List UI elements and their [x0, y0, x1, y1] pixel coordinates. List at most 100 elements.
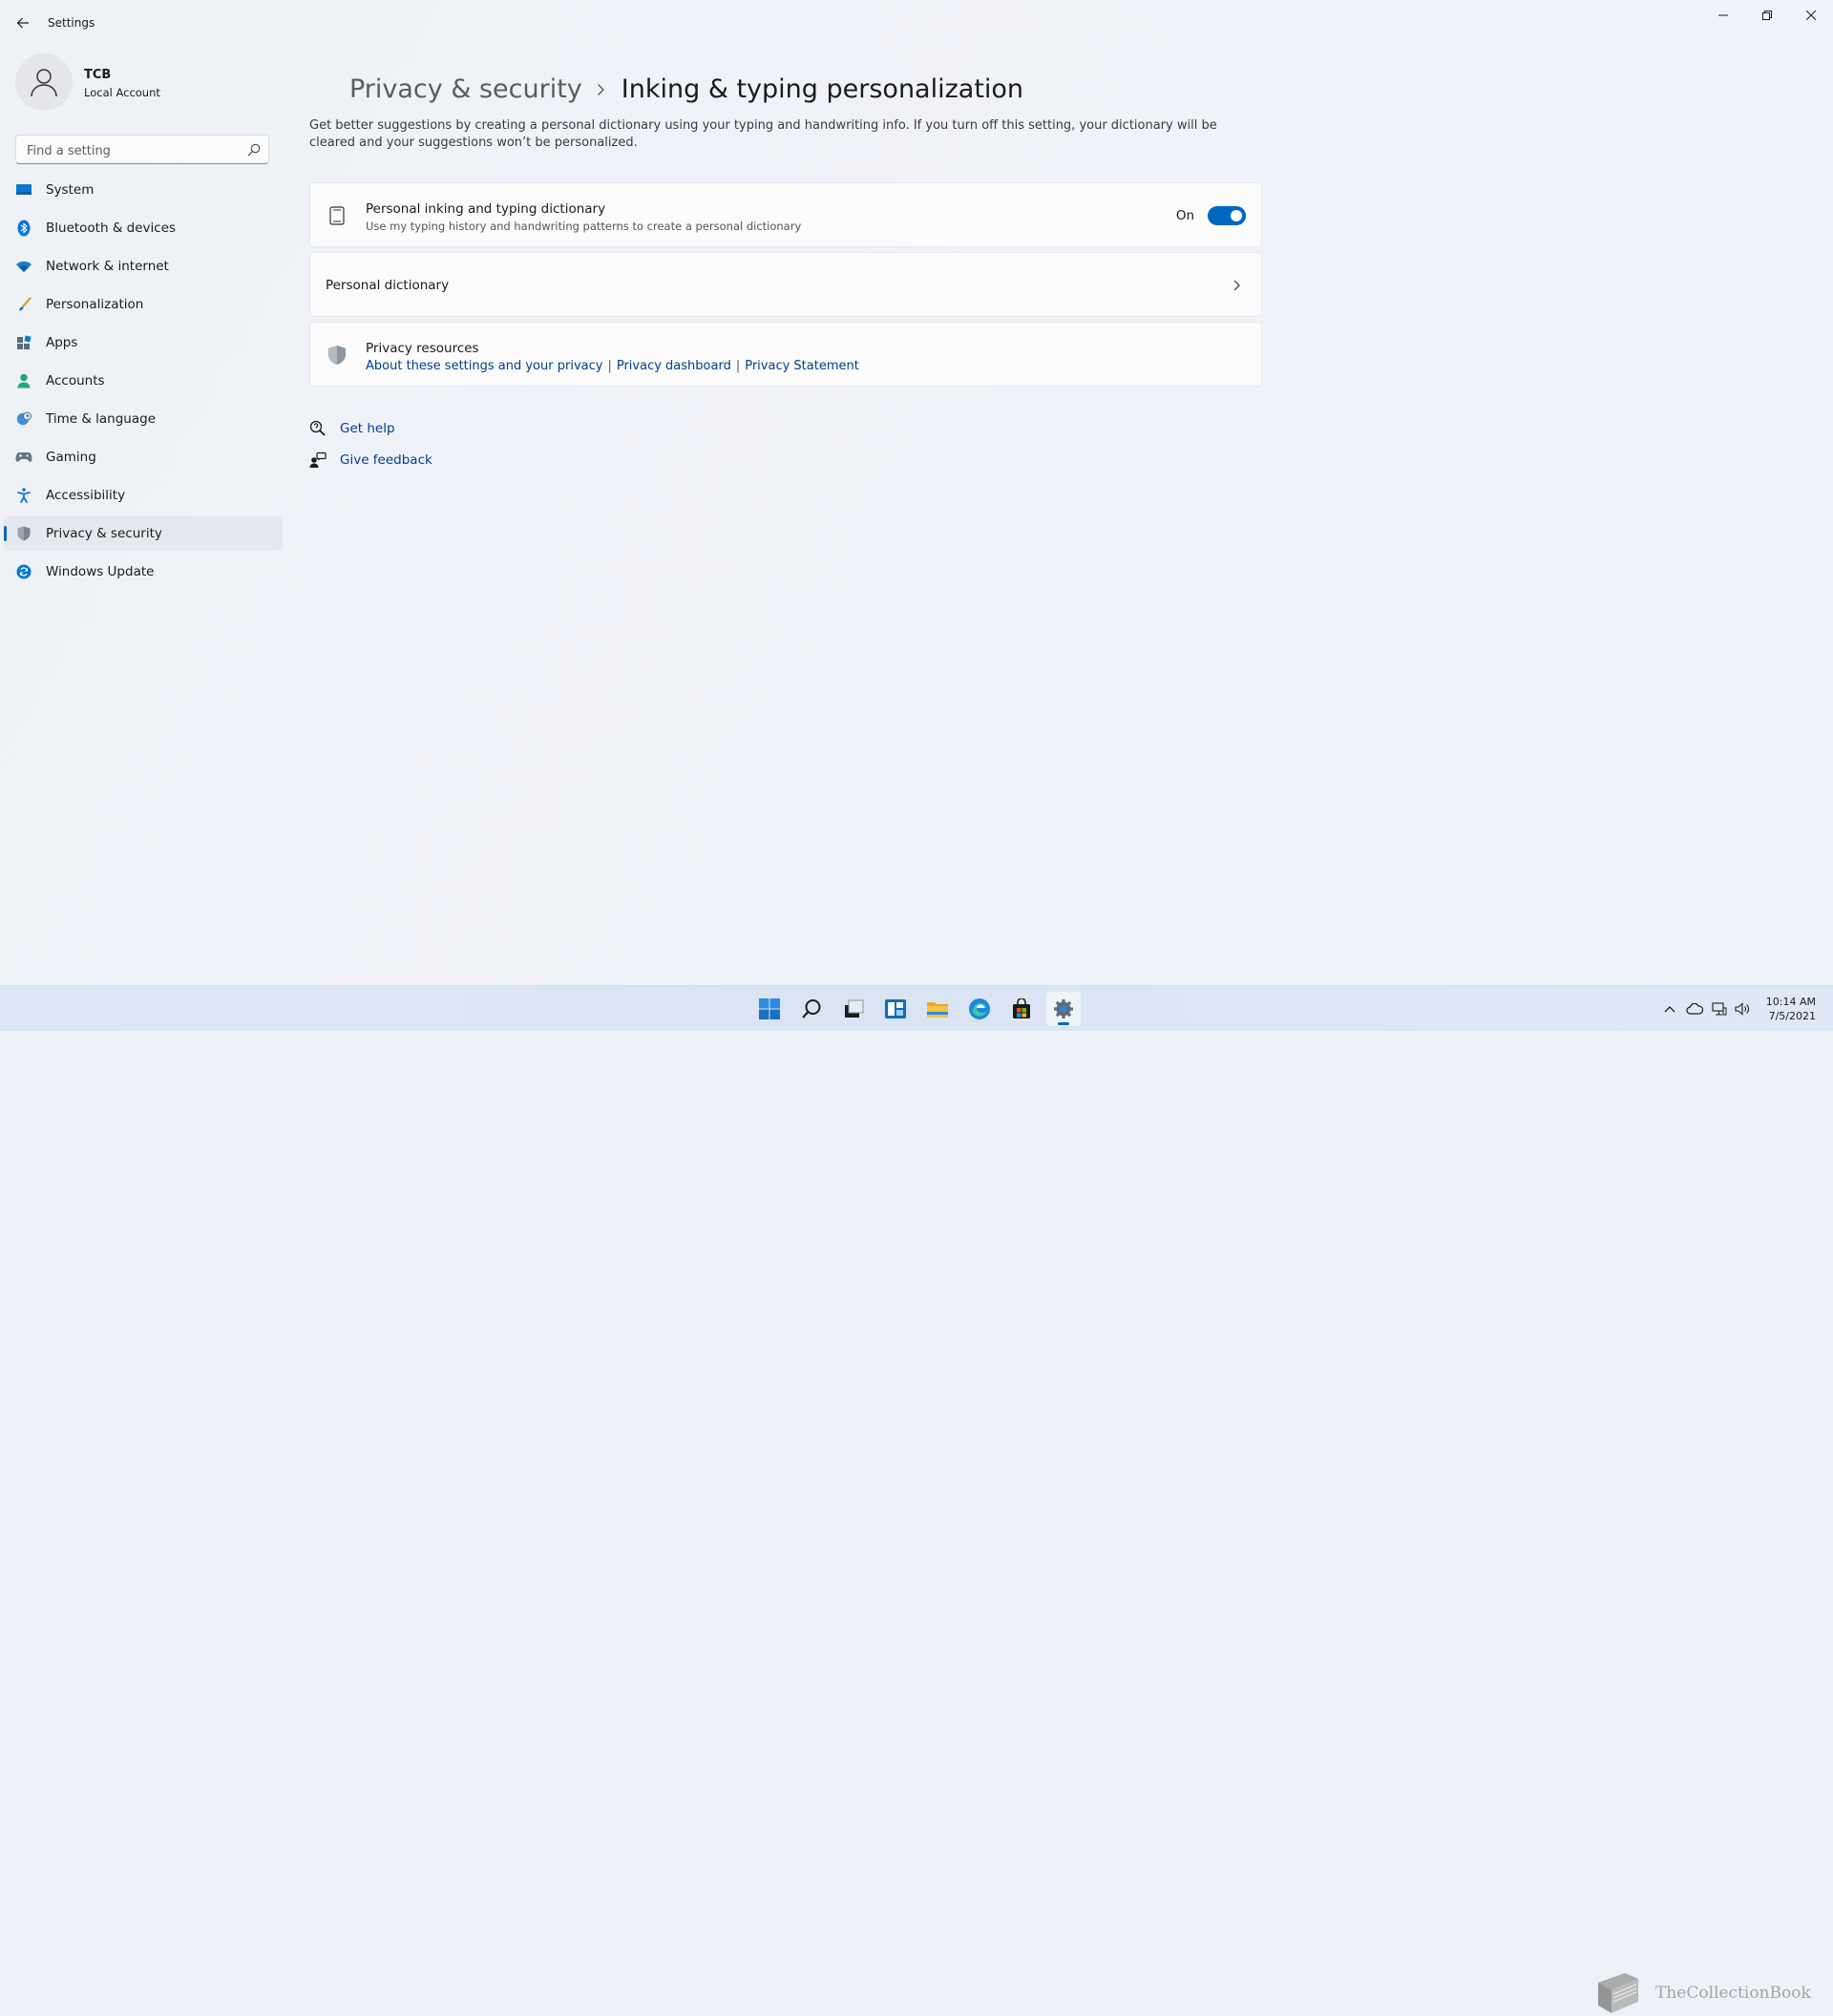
- page-title: Inking & typing personalization: [621, 74, 1024, 104]
- watermark-logo: TheCollectionBook: [1592, 1970, 1811, 2016]
- sidebar-item-network[interactable]: Network & internet: [4, 249, 283, 284]
- sidebar-item-label: Time & language: [46, 411, 157, 427]
- widgets-icon: [885, 999, 906, 1018]
- active-indicator: [1058, 1022, 1069, 1025]
- settings-window: Settings TCB Local Account System Blueto…: [0, 0, 1833, 985]
- account-type: Local Account: [84, 86, 160, 99]
- sidebar-item-windows-update[interactable]: Windows Update: [4, 555, 283, 589]
- sidebar-item-gaming[interactable]: Gaming: [4, 440, 283, 474]
- volume-tray-button[interactable]: [1734, 1001, 1751, 1017]
- dictionary-setting-description: Use my typing history and handwriting pa…: [366, 220, 802, 233]
- link-separator: |: [735, 359, 741, 373]
- clock-date: 7/5/2021: [1768, 1010, 1816, 1022]
- close-button[interactable]: [1789, 0, 1833, 31]
- minimize-icon: [1718, 14, 1728, 16]
- about-privacy-link[interactable]: About these settings and your privacy: [366, 359, 602, 373]
- link-separator: |: [607, 359, 612, 373]
- sidebar-item-label: Bluetooth & devices: [46, 220, 177, 236]
- sidebar-item-label: System: [46, 182, 95, 198]
- settings-taskbar-button[interactable]: [1046, 992, 1081, 1026]
- edge-button[interactable]: [962, 992, 997, 1026]
- volume-icon: [1735, 1002, 1749, 1016]
- personal-dictionary-label: Personal dictionary: [326, 278, 450, 293]
- toggle-state-label: On: [1175, 208, 1194, 223]
- taskbar-clock[interactable]: 10:14 AM 7/5/2021: [1766, 995, 1816, 1023]
- privacy-resources-card: Privacy resources About these settings a…: [309, 322, 1262, 387]
- avatar: [15, 53, 73, 111]
- dictionary-setting-title: Personal inking and typing dictionary: [366, 201, 606, 217]
- update-icon: [15, 563, 32, 580]
- sidebar-item-label: Privacy & security: [46, 526, 162, 541]
- privacy-statement-link[interactable]: Privacy Statement: [745, 359, 859, 373]
- close-icon: [1806, 10, 1816, 20]
- shield-icon: [15, 525, 32, 542]
- search-box[interactable]: [15, 135, 269, 164]
- store-icon: [1013, 998, 1030, 1018]
- user-name: TCB: [84, 68, 112, 82]
- sidebar-item-apps[interactable]: Apps: [4, 326, 283, 360]
- minimize-button[interactable]: [1701, 0, 1745, 31]
- accessibility-icon: [15, 487, 32, 504]
- privacy-resources-title: Privacy resources: [366, 341, 479, 356]
- get-help-link[interactable]: Get help: [309, 417, 395, 440]
- settings-icon: [1054, 999, 1073, 1018]
- gamepad-icon: [15, 449, 32, 466]
- chevron-right-icon: [1233, 280, 1240, 291]
- restore-icon: [1762, 10, 1772, 20]
- sidebar-nav: System Bluetooth & devices Network & int…: [4, 173, 283, 593]
- title-bar: Settings: [0, 0, 1833, 46]
- sidebar-item-label: Personalization: [46, 297, 144, 312]
- restore-button[interactable]: [1745, 0, 1789, 31]
- wifi-icon: [15, 258, 32, 275]
- sidebar-item-system[interactable]: System: [4, 173, 283, 207]
- sidebar-item-personalization[interactable]: Personalization: [4, 287, 283, 322]
- start-icon: [759, 998, 780, 1019]
- search-input[interactable]: [25, 140, 239, 161]
- breadcrumb-parent-link[interactable]: Privacy & security: [349, 74, 582, 104]
- sidebar-item-bluetooth[interactable]: Bluetooth & devices: [4, 211, 283, 245]
- sidebar-item-label: Windows Update: [46, 564, 155, 579]
- watermark-text: TheCollectionBook: [1655, 1984, 1811, 2003]
- back-arrow-icon: [16, 17, 29, 29]
- person-icon: [31, 69, 57, 97]
- give-feedback-label: Give feedback: [340, 452, 432, 468]
- network-tray-button[interactable]: [1711, 1001, 1728, 1017]
- sidebar-item-label: Accounts: [46, 373, 105, 388]
- chevron-up-icon: [1664, 1006, 1675, 1013]
- book-icon: [1598, 1973, 1638, 2013]
- store-button[interactable]: [1004, 992, 1039, 1026]
- personal-dictionary-link-card[interactable]: Personal dictionary: [309, 252, 1262, 317]
- onedrive-button[interactable]: [1686, 1001, 1703, 1017]
- sidebar-item-label: Apps: [46, 335, 78, 350]
- dictionary-setting-card: Personal inking and typing dictionary Us…: [309, 182, 1262, 247]
- privacy-dashboard-link[interactable]: Privacy dashboard: [617, 359, 731, 373]
- sidebar-item-label: Accessibility: [46, 488, 126, 503]
- widgets-button[interactable]: [878, 992, 913, 1026]
- task-view-button[interactable]: [836, 992, 871, 1026]
- tray-overflow-button[interactable]: [1661, 1001, 1678, 1017]
- start-button[interactable]: [752, 992, 787, 1026]
- sidebar-item-time-language[interactable]: Time & language: [4, 402, 283, 436]
- back-button[interactable]: [10, 10, 36, 36]
- shield-icon: [327, 345, 347, 366]
- dictionary-toggle-switch[interactable]: [1208, 206, 1246, 225]
- clock-time: 10:14 AM: [1765, 996, 1816, 1008]
- sidebar-item-accessibility[interactable]: Accessibility: [4, 478, 283, 513]
- search-icon[interactable]: [247, 143, 261, 157]
- globe-clock-icon: [15, 410, 32, 428]
- network-icon: [1712, 1002, 1727, 1016]
- app-title: Settings: [48, 16, 95, 30]
- taskbar-search-button[interactable]: [794, 992, 829, 1026]
- page-description: Get better suggestions by creating a per…: [309, 118, 1217, 150]
- chevron-right-icon: [597, 83, 605, 96]
- tablet-pen-icon: [327, 205, 347, 226]
- person-icon: [15, 372, 32, 389]
- file-explorer-button[interactable]: [920, 992, 955, 1026]
- help-chat-icon: [309, 420, 327, 437]
- sidebar-item-privacy-security[interactable]: Privacy & security: [4, 516, 283, 551]
- sidebar-item-accounts[interactable]: Accounts: [4, 364, 283, 398]
- give-feedback-link[interactable]: Give feedback: [309, 449, 432, 472]
- user-profile[interactable]: TCB Local Account: [15, 53, 273, 115]
- edge-icon: [969, 998, 990, 1019]
- breadcrumb: Privacy & security Inking & typing perso…: [349, 74, 1023, 104]
